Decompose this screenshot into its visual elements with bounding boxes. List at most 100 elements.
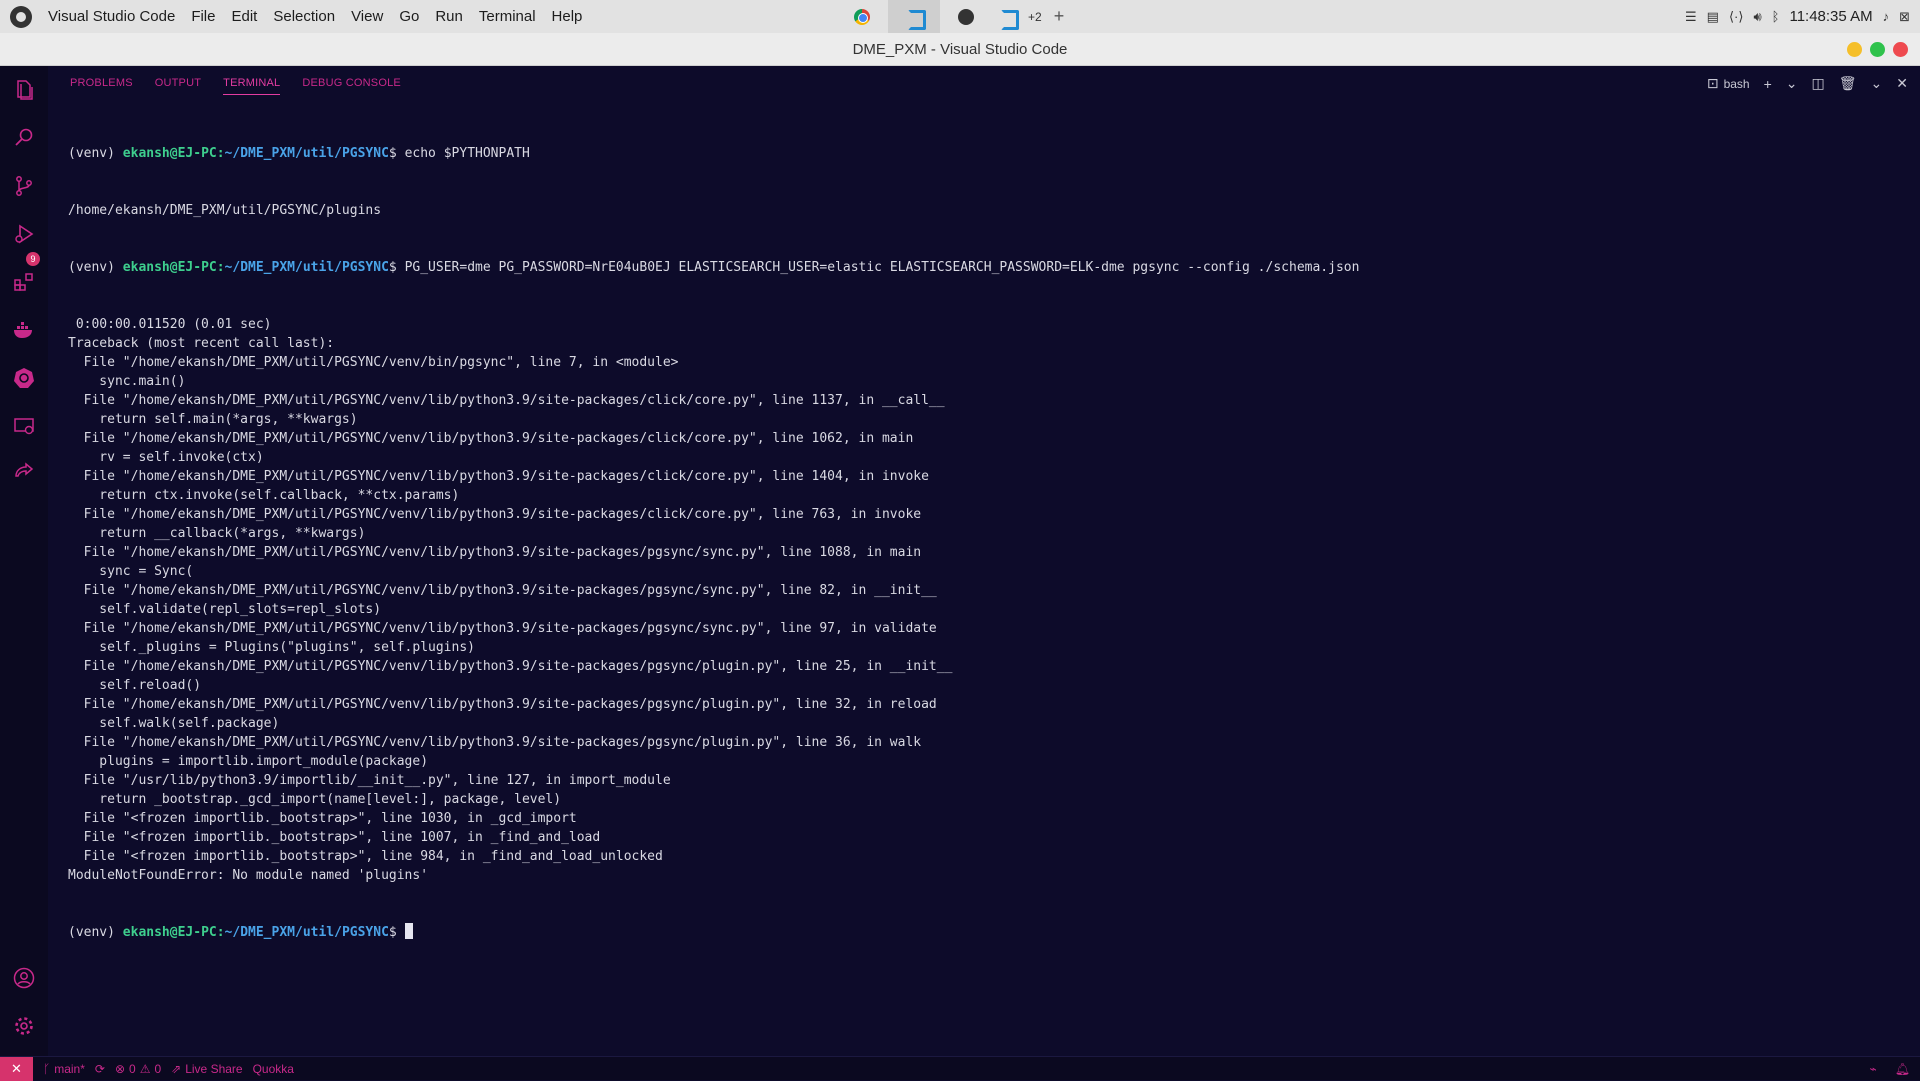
menu-terminal[interactable]: Terminal bbox=[471, 0, 544, 33]
task-more-count[interactable]: +2 bbox=[1022, 10, 1048, 24]
menu-selection[interactable]: Selection bbox=[265, 0, 343, 33]
warning-icon: ⚠ bbox=[139, 1061, 151, 1076]
tab-problems[interactable]: PROBLEMS bbox=[70, 66, 133, 101]
network-icon[interactable]: ⟨·⟩ bbox=[1729, 9, 1743, 25]
new-task-icon[interactable]: + bbox=[1048, 6, 1071, 27]
command-text: PG_USER=dme PG_PASSWORD=NrE04uB0EJ ELAST… bbox=[404, 260, 1360, 275]
prompt-dollar: $ bbox=[388, 925, 405, 940]
bell-icon[interactable]: 🔔︎ bbox=[1895, 1062, 1910, 1076]
menu-edit[interactable]: Edit bbox=[223, 0, 265, 33]
tab-output[interactable]: OUTPUT bbox=[155, 66, 201, 101]
minimize-button[interactable] bbox=[1847, 42, 1862, 57]
collapse-panel-icon[interactable]: ⌄ bbox=[1871, 75, 1883, 92]
terminal-output-line: File "/usr/lib/python3.9/importlib/__ini… bbox=[68, 773, 671, 788]
extensions-icon[interactable] bbox=[12, 270, 36, 294]
new-terminal-icon[interactable]: + bbox=[1764, 76, 1772, 92]
terminal-output-line: File "/home/ekansh/DME_PXM/util/PGSYNC/v… bbox=[68, 735, 922, 750]
window-title-bar: DME_PXM - Visual Studio Code bbox=[0, 33, 1920, 66]
chevron-down-icon[interactable]: ⌄ bbox=[1786, 75, 1798, 92]
task-vscode-active[interactable] bbox=[888, 0, 940, 33]
menu-file[interactable]: File bbox=[183, 0, 223, 33]
tab-debug-console[interactable]: DEBUG CONSOLE bbox=[302, 66, 401, 101]
bluetooth-icon[interactable]: ᛒ bbox=[1772, 9, 1780, 24]
close-panel-icon[interactable]: ✕ bbox=[1896, 75, 1908, 92]
menu-go[interactable]: Go bbox=[391, 0, 427, 33]
terminal-prompt-line: (venv) ekansh@EJ-PC:~/DME_PXM/util/PGSYN… bbox=[68, 144, 1908, 163]
menu-view[interactable]: View bbox=[343, 0, 391, 33]
prompt-sep: : bbox=[216, 925, 225, 940]
terminal-output-line: self.walk(self.package) bbox=[68, 716, 280, 731]
git-branch-status[interactable]: ᚴ main* bbox=[43, 1062, 85, 1076]
terminal-output-line: File "/home/ekansh/DME_PXM/util/PGSYNC/v… bbox=[68, 583, 937, 598]
quokka-status[interactable]: Quokka bbox=[253, 1062, 294, 1076]
search-icon[interactable] bbox=[12, 125, 36, 149]
prompt-sep: : bbox=[216, 146, 225, 161]
terminal-output-line: ModuleNotFoundError: No module named 'pl… bbox=[68, 868, 429, 883]
menu-run[interactable]: Run bbox=[427, 0, 471, 33]
menu-lines-icon[interactable]: ☰ bbox=[1685, 9, 1697, 25]
close-box-icon[interactable]: ⊠ bbox=[1899, 9, 1910, 25]
live-share-icon[interactable] bbox=[12, 462, 36, 486]
clipboard-icon[interactable]: ▤ bbox=[1707, 9, 1719, 25]
chrome-icon bbox=[854, 8, 870, 25]
vscode-icon bbox=[906, 9, 922, 25]
app-menu-bar: Visual Studio Code File Edit Selection V… bbox=[48, 0, 590, 33]
command-text: echo $PYTHONPATH bbox=[404, 146, 530, 161]
terminal-icon: ⊡ bbox=[1706, 75, 1719, 91]
task-vscode-2[interactable] bbox=[992, 0, 1022, 33]
volume-icon[interactable]: 🔊︎ bbox=[1753, 9, 1761, 25]
status-right: ⌁ 🔔︎ bbox=[1870, 1057, 1910, 1081]
terminal-output-line: rv = self.invoke(ctx) bbox=[68, 450, 264, 465]
docker-icon[interactable] bbox=[12, 318, 36, 342]
task-chrome[interactable] bbox=[836, 0, 888, 33]
terminal-output-line: return ctx.invoke(self.callback, **ctx.p… bbox=[68, 488, 460, 503]
run-debug-icon[interactable] bbox=[12, 222, 36, 246]
notification-bell-icon[interactable]: ♪ bbox=[1883, 9, 1890, 24]
feedback-icon[interactable]: ⌁ bbox=[1870, 1062, 1877, 1076]
settings-gear-icon[interactable] bbox=[12, 1014, 36, 1038]
error-count: 0 bbox=[129, 1061, 136, 1076]
terminal-output-line: File "/home/ekansh/DME_PXM/util/PGSYNC/v… bbox=[68, 393, 945, 408]
remote-explorer-icon[interactable] bbox=[12, 414, 36, 438]
terminal-output-line: File "/home/ekansh/DME_PXM/util/PGSYNC/v… bbox=[68, 431, 914, 446]
terminal-shell-selector[interactable]: ⊡ bash bbox=[1707, 75, 1750, 92]
terminal-output-line: File "/home/ekansh/DME_PXM/util/PGSYNC/v… bbox=[68, 621, 937, 636]
terminal-output-line: File "/home/ekansh/DME_PXM/util/PGSYNC/v… bbox=[68, 355, 679, 370]
kubernetes-icon[interactable] bbox=[12, 366, 36, 390]
trash-icon[interactable]: 🗑︎ bbox=[1839, 75, 1857, 92]
prompt-sep: : bbox=[216, 260, 225, 275]
window-title: DME_PXM - Visual Studio Code bbox=[852, 41, 1068, 58]
source-control-badge: 9 bbox=[26, 252, 40, 266]
terminal-output-line: File "/home/ekansh/DME_PXM/util/PGSYNC/v… bbox=[68, 659, 953, 674]
app-name-menu[interactable]: Visual Studio Code bbox=[48, 0, 183, 33]
terminal-output-line: self.reload() bbox=[68, 678, 202, 693]
task-github[interactable] bbox=[940, 0, 992, 33]
problems-status[interactable]: ⊗ 0 ⚠ 0 bbox=[115, 1062, 161, 1076]
terminal-output[interactable]: (venv) ekansh@EJ-PC:~/DME_PXM/util/PGSYN… bbox=[68, 106, 1908, 980]
os-logo-icon[interactable] bbox=[10, 5, 32, 28]
terminal-cursor bbox=[404, 923, 413, 939]
prompt-venv: (venv) bbox=[68, 146, 123, 161]
tab-terminal[interactable]: TERMINAL bbox=[223, 66, 281, 101]
live-share-label: Live Share bbox=[185, 1061, 243, 1076]
prompt-venv: (venv) bbox=[68, 925, 123, 940]
prompt-venv: (venv) bbox=[68, 260, 123, 275]
live-share-status[interactable]: ⇗ Live Share bbox=[171, 1062, 242, 1076]
terminal-prompt-line: (venv) ekansh@EJ-PC:~/DME_PXM/util/PGSYN… bbox=[68, 923, 1908, 942]
vscode-icon bbox=[999, 9, 1015, 25]
status-bar: ✕ ᚴ main* ⟳ ⊗ 0 ⚠ 0 ⇗ Live Share Quokka ⌁ 🔔︎ bbox=[0, 1056, 1920, 1081]
sync-icon[interactable]: ⟳ bbox=[95, 1062, 105, 1076]
split-terminal-icon[interactable]: ◫ bbox=[1812, 75, 1825, 92]
close-button[interactable] bbox=[1893, 42, 1908, 57]
prompt-path: ~/DME_PXM/util/PGSYNC bbox=[224, 260, 389, 275]
maximize-button[interactable] bbox=[1870, 42, 1885, 57]
terminal-output-line: File "/home/ekansh/DME_PXM/util/PGSYNC/v… bbox=[68, 545, 922, 560]
clock[interactable]: 11:48:35 AM bbox=[1789, 8, 1872, 25]
remote-indicator-icon[interactable]: ✕ bbox=[0, 1056, 33, 1081]
menu-help[interactable]: Help bbox=[544, 0, 591, 33]
prompt-user: ekansh@EJ-PC bbox=[122, 260, 217, 275]
prompt-path: ~/DME_PXM/util/PGSYNC bbox=[224, 925, 389, 940]
explorer-icon[interactable] bbox=[12, 78, 36, 102]
account-icon[interactable] bbox=[12, 966, 36, 990]
source-control-icon[interactable] bbox=[12, 174, 36, 198]
